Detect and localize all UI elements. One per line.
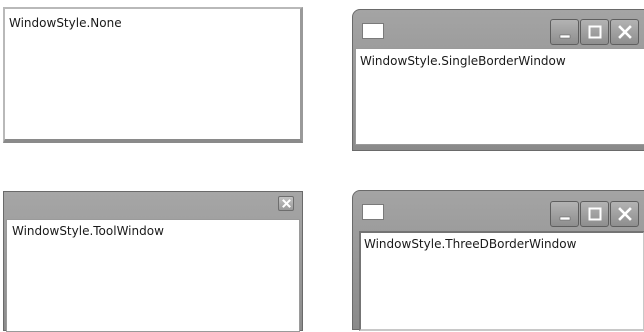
- close-button[interactable]: [610, 201, 639, 227]
- app-icon[interactable]: [362, 23, 384, 39]
- client-area: WindowStyle.SingleBorderWindow: [355, 48, 644, 145]
- maximize-button[interactable]: [580, 19, 609, 45]
- window-label: WindowStyle.SingleBorderWindow: [360, 54, 566, 68]
- window-label: WindowStyle.ThreeDBorderWindow: [364, 237, 577, 251]
- window-style-none: WindowStyle.None: [3, 7, 303, 143]
- app-icon[interactable]: [362, 204, 384, 220]
- close-icon: [617, 207, 632, 221]
- client-area: WindowStyle.ThreeDBorderWindow: [359, 231, 644, 331]
- window-style-single-border: WindowStyle.SingleBorderWindow: [352, 9, 644, 151]
- maximize-button[interactable]: [580, 201, 609, 227]
- close-button[interactable]: [278, 196, 294, 211]
- window-label: WindowStyle.None: [9, 16, 122, 30]
- close-icon: [281, 199, 291, 208]
- close-icon: [617, 25, 632, 39]
- client-area: WindowStyle.ToolWindow: [6, 219, 300, 332]
- window-style-tool-window: WindowStyle.ToolWindow: [3, 191, 303, 332]
- window-style-three-d-border: WindowStyle.ThreeDBorderWindow: [352, 190, 644, 331]
- minimize-icon: [559, 34, 570, 39]
- minimize-button[interactable]: [550, 19, 579, 45]
- minimize-button[interactable]: [550, 201, 579, 227]
- minimize-icon: [559, 216, 570, 221]
- maximize-icon: [588, 25, 601, 39]
- close-button[interactable]: [610, 19, 639, 45]
- maximize-icon: [588, 207, 601, 221]
- window-label: WindowStyle.ToolWindow: [12, 224, 164, 238]
